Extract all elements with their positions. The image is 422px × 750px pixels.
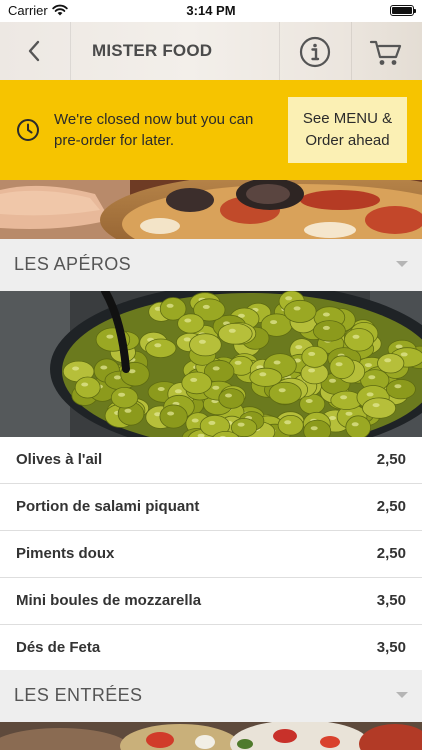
menu-list: Olives à l'ail 2,50 Portion de salami pi… — [0, 437, 422, 672]
list-item[interactable]: Olives à l'ail 2,50 — [0, 437, 422, 484]
clock-icon — [17, 119, 39, 141]
chevron-down-icon — [396, 261, 408, 267]
list-item[interactable]: Piments doux 2,50 — [0, 531, 422, 578]
item-price: 2,50 — [376, 451, 406, 468]
list-item[interactable]: Mini boules de mozzarella 3,50 — [0, 578, 422, 625]
list-item[interactable]: Dés de Feta 3,50 — [0, 625, 422, 672]
item-price: 3,50 — [376, 639, 406, 656]
item-name: Portion de salami piquant — [16, 498, 200, 515]
chevron-down-icon — [396, 692, 408, 698]
item-price: 2,50 — [376, 498, 406, 515]
page-title: MISTER FOOD — [92, 41, 213, 60]
chevron-left-icon — [28, 40, 40, 62]
nav-bar: MISTER FOOD — [0, 22, 422, 80]
section-header-entrees[interactable]: LES ENTRÉES — [0, 670, 422, 722]
item-name: Dés de Feta — [16, 639, 101, 656]
hero-image — [0, 180, 422, 239]
status-time: 3:14 PM — [186, 3, 236, 18]
cart-button[interactable] — [368, 35, 404, 69]
info-button[interactable] — [298, 35, 332, 69]
closed-banner: We're closed now but you can pre-order f… — [0, 80, 422, 180]
item-name: Piments doux — [16, 545, 115, 562]
info-icon — [299, 36, 331, 68]
section-image-aperos — [0, 291, 422, 437]
closed-message: We're closed now but you can pre-order f… — [54, 111, 254, 149]
item-name: Olives à l'ail — [16, 451, 103, 468]
section-image-entrees — [0, 722, 422, 750]
status-bar: Carrier 3:14 PM — [0, 0, 422, 22]
item-price: 3,50 — [376, 592, 406, 609]
section-title: LES ENTRÉES — [14, 685, 143, 705]
cart-icon — [369, 40, 402, 65]
see-menu-button[interactable]: See MENU & Order ahead — [288, 97, 407, 163]
section-title: LES APÉROS — [14, 254, 132, 274]
item-name: Mini boules de mozzarella — [16, 592, 202, 609]
list-item[interactable]: Portion de salami piquant 2,50 — [0, 484, 422, 531]
back-button[interactable] — [14, 35, 54, 67]
section-header-aperos[interactable]: LES APÉROS — [0, 239, 422, 291]
item-price: 2,50 — [376, 545, 406, 562]
battery-icon — [390, 5, 416, 16]
